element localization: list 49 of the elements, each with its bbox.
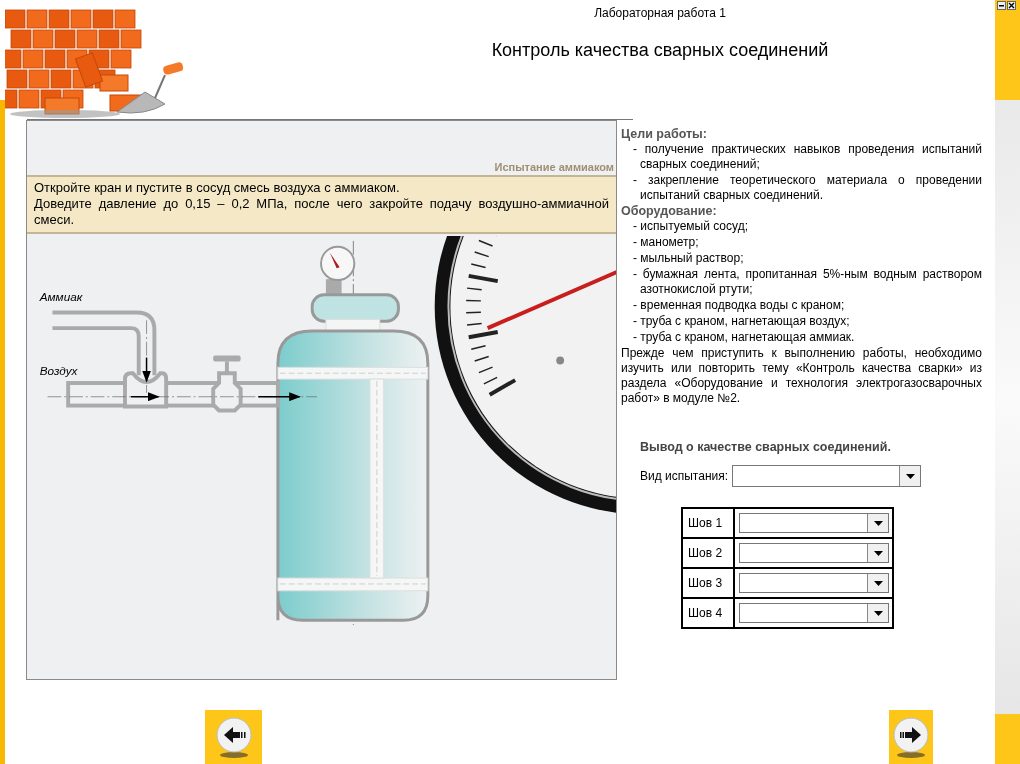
caret-icon bbox=[873, 520, 883, 526]
page-title: Контроль качества сварных соединений bbox=[491, 40, 829, 61]
instruction-text: Откройте кран и пустите в сосуд смесь воздуха с аммиаком. bbox=[34, 180, 401, 196]
flow-arrow bbox=[257, 392, 301, 402]
pipe-label: Аммиак bbox=[39, 289, 83, 303]
minimize-icon[interactable] bbox=[997, 1, 1006, 10]
list-item: - получение практических навыков проведения испытаний сварных соединений; bbox=[632, 142, 982, 172]
dropdown-field[interactable] bbox=[739, 573, 889, 593]
section-heading: Цели работы: bbox=[621, 127, 708, 142]
dropdown-field[interactable] bbox=[739, 543, 889, 563]
close-icon[interactable] bbox=[1007, 1, 1016, 10]
dropdown-button[interactable] bbox=[899, 466, 921, 486]
caret-icon bbox=[873, 550, 883, 556]
dropdown-button[interactable] bbox=[867, 574, 888, 592]
section-heading: Оборудование: bbox=[621, 204, 718, 219]
dropdown-button[interactable] bbox=[867, 544, 888, 562]
list-item: - испытуемый сосуд; bbox=[632, 219, 749, 234]
list-item: - труба с краном, нагнетающая воздух; bbox=[632, 314, 851, 329]
right-arrow-icon bbox=[892, 716, 930, 758]
list-item: - манометр; bbox=[632, 235, 700, 250]
list-item: - труба с краном, нагнетающая аммиак. bbox=[632, 330, 856, 345]
dropdown-button[interactable] bbox=[867, 514, 888, 532]
instruction-text: Доведите давление до 0,15 – 0,2 МПа, после чего закройте подачу воздушно-аммиачной смеси. bbox=[34, 196, 609, 228]
caret-icon bbox=[873, 580, 883, 586]
step-caption: Испытание аммиаком bbox=[494, 161, 615, 174]
next-button[interactable] bbox=[889, 710, 933, 764]
caret-icon bbox=[905, 473, 915, 479]
list-item: - бумажная лента, пропитанная 5%-ным водным раствором азотнокислой ртути; bbox=[632, 267, 982, 297]
pipe-label: Воздух bbox=[39, 364, 78, 378]
flow-arrow bbox=[130, 392, 160, 402]
table-cell: Шов 3 bbox=[682, 568, 734, 598]
list-item: - мыльный раствор; bbox=[632, 251, 745, 266]
table-cell: Шов 2 bbox=[682, 538, 734, 568]
back-button[interactable] bbox=[205, 710, 262, 764]
flow-arrow bbox=[142, 356, 151, 383]
note-text: Прежде чем приступить к выполнению работы, необходимо изучить или повторить тему «Контроль качества сварки» из раздела «Оборудование и технология электрогазосварочных работ» в модуле №2. bbox=[621, 346, 982, 406]
dropdown-field[interactable] bbox=[739, 513, 889, 533]
dropdown-field[interactable] bbox=[739, 603, 889, 623]
field-label: Вид испытания: bbox=[640, 468, 729, 484]
table-cell: Шов 4 bbox=[682, 598, 734, 628]
conclusion-heading: Вывод о качестве сварных соединений. bbox=[640, 440, 892, 455]
table-cell: Шов 1 bbox=[682, 508, 734, 538]
dropdown-button[interactable] bbox=[867, 604, 888, 622]
dropdown-field[interactable] bbox=[732, 465, 922, 487]
list-item: - закрепление теоретического материала о проведении испытаний сварных соединений. bbox=[632, 173, 982, 203]
subtitle: Лабораторная работа 1 bbox=[594, 6, 726, 20]
list-item: - временная подводка воды с краном; bbox=[632, 298, 846, 313]
caret-icon bbox=[873, 610, 883, 616]
left-arrow-icon bbox=[214, 716, 253, 758]
